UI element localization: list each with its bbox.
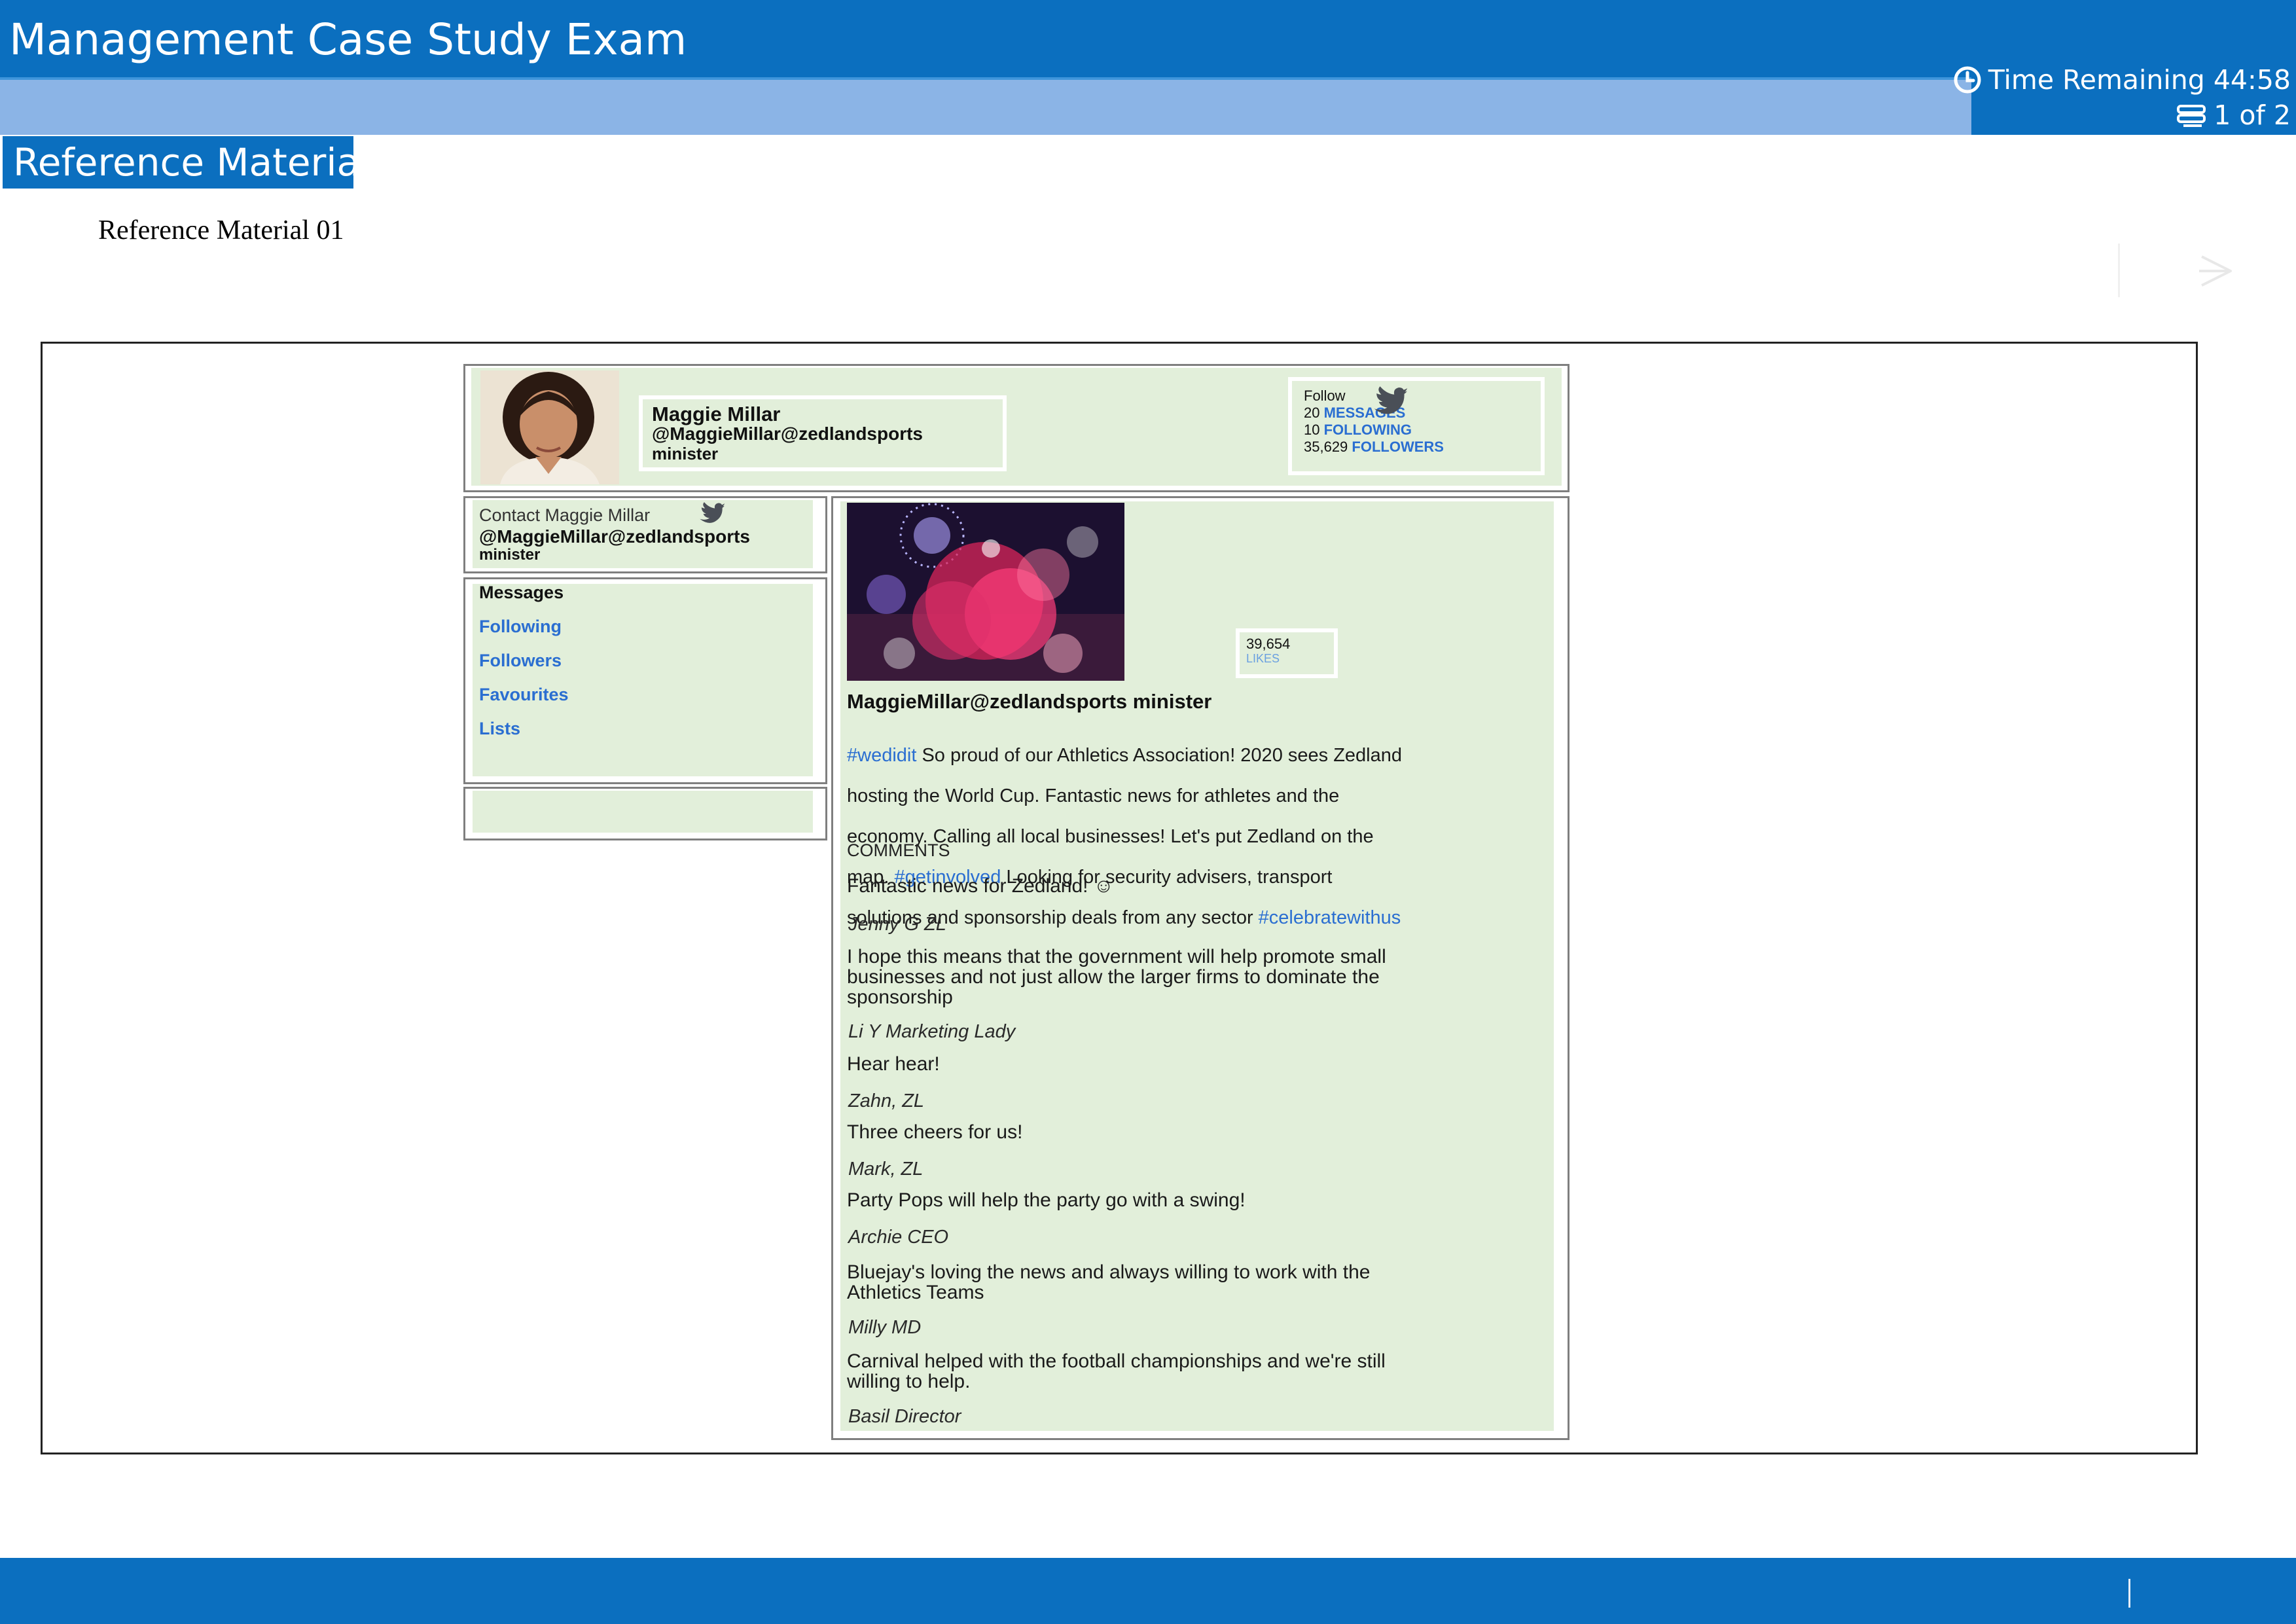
comment-text: Fantastic news for Zedland! ☺ xyxy=(847,875,1114,897)
followers-link[interactable]: FOLLOWERS xyxy=(1352,439,1444,455)
profile-role: minister xyxy=(652,444,719,463)
time-remaining: Time Remaining 44:58 xyxy=(1953,64,2291,96)
profile-photo xyxy=(480,370,619,484)
contact-title: Contact Maggie Millar xyxy=(479,505,651,525)
comment-author: Jenny G ZL xyxy=(848,914,946,935)
reference-material-tab[interactable]: Reference Material xyxy=(3,136,370,189)
page-indicator-text: 1 of 2 xyxy=(2214,99,2291,131)
twitter-bird-icon xyxy=(1374,386,1407,414)
empty-sidebar-panel xyxy=(473,791,813,833)
time-remaining-text: Time Remaining 44:58 xyxy=(1988,64,2291,96)
pages-icon xyxy=(2177,105,2206,127)
post-line: So proud of our Athletics Association! 2… xyxy=(916,745,1402,766)
likes-label[interactable]: LIKES xyxy=(1246,652,1327,665)
menu-item-followers[interactable]: Followers xyxy=(479,651,562,671)
comment-text: Three cheers for us! xyxy=(847,1121,1023,1143)
menu-item-lists[interactable]: Lists xyxy=(479,719,520,739)
exam-title: Management Case Study Exam xyxy=(9,14,687,65)
comment-author: Li Y Marketing Lady xyxy=(848,1021,1016,1042)
exam-status-panel: Time Remaining 44:58 1 of 2 xyxy=(1954,59,2296,135)
comment-author: Zahn, ZL xyxy=(848,1091,925,1111)
post-line: hosting the World Cup. Fantastic news fo… xyxy=(847,785,1340,806)
fireworks-image xyxy=(847,503,1124,681)
followers-count: 35,629 xyxy=(1304,439,1348,455)
exam-subheader-bar xyxy=(0,77,1971,135)
contact-role: minister xyxy=(479,546,541,564)
comment-text: Hear hear! xyxy=(847,1053,940,1075)
nav-divider xyxy=(2118,244,2120,297)
comments-heading: COMMENTS xyxy=(847,840,950,860)
following-link[interactable]: FOLLOWING xyxy=(1324,422,1412,438)
follow-label[interactable]: Follow xyxy=(1304,388,1346,404)
menu-item-favourites[interactable]: Favourites xyxy=(479,685,569,705)
follow-stats-card: Follow 20 MESSAGES 10 FOLLOWING 35,629 F… xyxy=(1288,377,1545,475)
comment-author: Archie CEO xyxy=(848,1227,949,1248)
exam-footer-bar xyxy=(0,1558,2296,1624)
messages-count: 20 xyxy=(1304,405,1320,421)
profile-handle: @MaggieMillar@zedlandsports xyxy=(652,424,923,444)
following-count: 10 xyxy=(1304,422,1320,438)
contact-handle: @MaggieMillar@zedlandsports xyxy=(479,526,750,547)
clock-icon xyxy=(1954,66,1981,94)
comment-author: Milly MD xyxy=(848,1317,922,1338)
menu-panel xyxy=(473,584,813,776)
page-indicator[interactable]: 1 of 2 xyxy=(2176,99,2291,131)
hashtag-celebratewithus[interactable]: #celebratewithus xyxy=(1259,907,1401,928)
comment-text: I hope this means that the government wi… xyxy=(847,946,1386,1008)
menu-item-following[interactable]: Following xyxy=(479,617,562,637)
comment-author: Basil Director xyxy=(848,1406,961,1427)
comment-text: Party Pops will help the party go with a… xyxy=(847,1189,1246,1211)
hashtag-wedidit[interactable]: #wedidit xyxy=(847,745,916,766)
reference-subtitle: Reference Material 01 xyxy=(98,215,344,245)
footer-divider xyxy=(2128,1579,2130,1608)
likes-count: 39,654 xyxy=(1246,636,1291,652)
likes-card: 39,654 LIKES xyxy=(1236,628,1338,678)
comment-author: Mark, ZL xyxy=(848,1159,924,1180)
twitter-bird-icon xyxy=(700,502,725,523)
menu-item-messages[interactable]: Messages xyxy=(479,583,564,603)
next-arrow-icon[interactable] xyxy=(2197,251,2236,291)
profile-name: Maggie Millar xyxy=(652,403,781,425)
comment-text: Carnival helped with the football champi… xyxy=(847,1350,1386,1392)
post-author: MaggieMillar@zedlandsports minister xyxy=(847,690,1212,713)
comment-text: Bluejay's loving the news and always wil… xyxy=(847,1261,1371,1303)
exam-header-bar: Management Case Study Exam xyxy=(0,0,2296,77)
profile-name-card: Maggie Millar @MaggieMillar@zedlandsport… xyxy=(639,395,1007,471)
